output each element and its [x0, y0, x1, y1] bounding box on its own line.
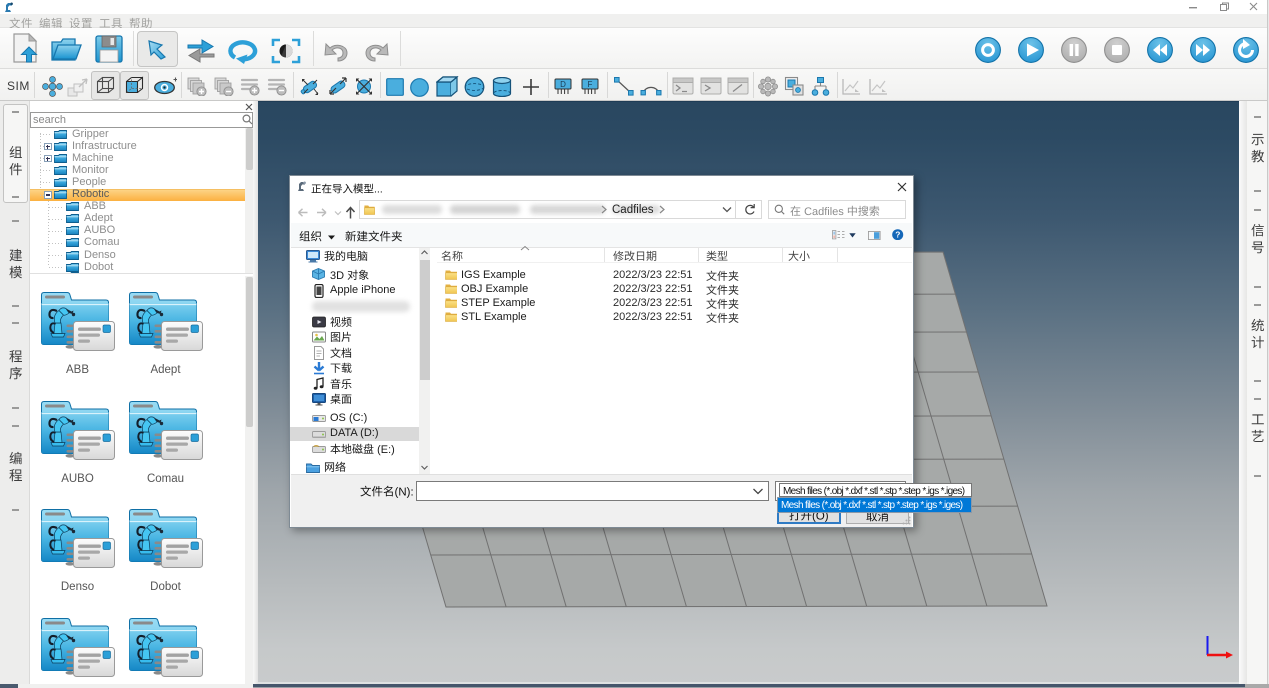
svg-text:D: D	[560, 80, 566, 89]
svg-text:?: ?	[895, 229, 900, 239]
svg-text:F: F	[588, 80, 593, 89]
